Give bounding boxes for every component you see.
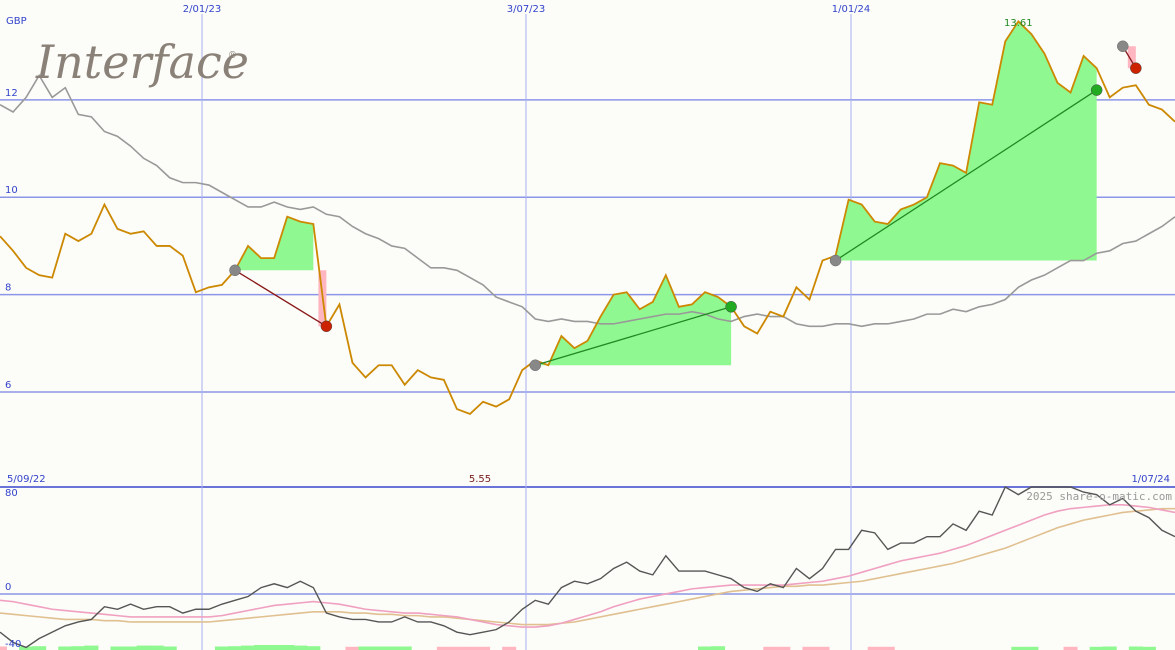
trade-exit-marker [725,301,737,313]
oscillator-y-tick-label: -40 [5,639,21,650]
price-y-tick-label: 12 [5,88,18,99]
histogram-bar [214,646,229,650]
histogram-bar [136,645,151,650]
histogram-bar [711,646,726,650]
max-price-label: 13.61 [1004,18,1033,29]
start-date-label: 5/09/22 [7,474,46,485]
top-date-label: 1/01/24 [832,4,871,15]
trade-entry-marker [1117,40,1129,53]
histogram-bar [698,646,712,650]
histogram-bar [123,646,138,650]
histogram-bar [371,646,386,650]
trade-entry-marker [229,264,241,277]
currency-label: GBP [6,16,27,27]
top-date-label: 3/07/23 [507,4,546,15]
histogram-bar [254,645,269,650]
oscillator-y-tick-label: 80 [5,488,18,499]
price-y-tick-label: 8 [5,283,11,294]
histogram-bar [32,646,47,650]
trade-gain-area [835,21,1097,261]
histogram-bar [280,645,295,650]
watermark-text: 2025 share-o-matic.com [1026,490,1172,503]
histogram-bar [1128,646,1143,650]
histogram-bar [1102,646,1117,650]
trade-connector [234,269,327,327]
min-price-label: 5.55 [469,474,491,485]
stock-chart: GBP 5/09/22 1/07/24 2025 share-o-matic.c… [0,4,1175,650]
histogram-bar [358,646,373,650]
histogram-bar [58,646,73,650]
top-date-label: 2/01/23 [183,4,222,15]
logo-registered-mark: ® [228,51,237,61]
oscillator-y-tick-label: 0 [5,582,11,593]
histogram-bar [384,646,399,650]
oscillator-line [0,486,1175,649]
histogram-bar [162,646,177,650]
oscillator-slow-signal-line [0,507,1175,626]
histogram-bar [110,646,125,650]
trade-exit-marker [1090,84,1103,96]
trade-gain-area [235,216,314,271]
histogram-bar [267,645,282,650]
trade-entry-marker [829,254,842,267]
histogram-bar [397,646,412,650]
histogram-bar [149,645,164,650]
histogram-bar [228,646,242,650]
histogram-bar [306,646,321,650]
trade-exit-marker [320,320,333,333]
price-y-tick-label: 10 [5,185,18,196]
histogram-bar [84,645,99,650]
company-logo: Interface ® [35,35,249,89]
chart-stage: GBP 5/09/22 1/07/24 2025 share-o-matic.c… [0,0,1175,650]
trade-exit-marker [1130,62,1142,74]
trade-entry-marker [529,359,542,371]
histogram-bar [293,645,308,650]
histogram-bar [71,646,86,650]
oscillator-fast-signal-line [0,504,1175,628]
histogram-bar [241,645,256,650]
end-date-label: 1/07/24 [1131,474,1170,485]
logo-wordmark: Interface [35,35,249,89]
price-y-tick-label: 6 [5,380,11,391]
